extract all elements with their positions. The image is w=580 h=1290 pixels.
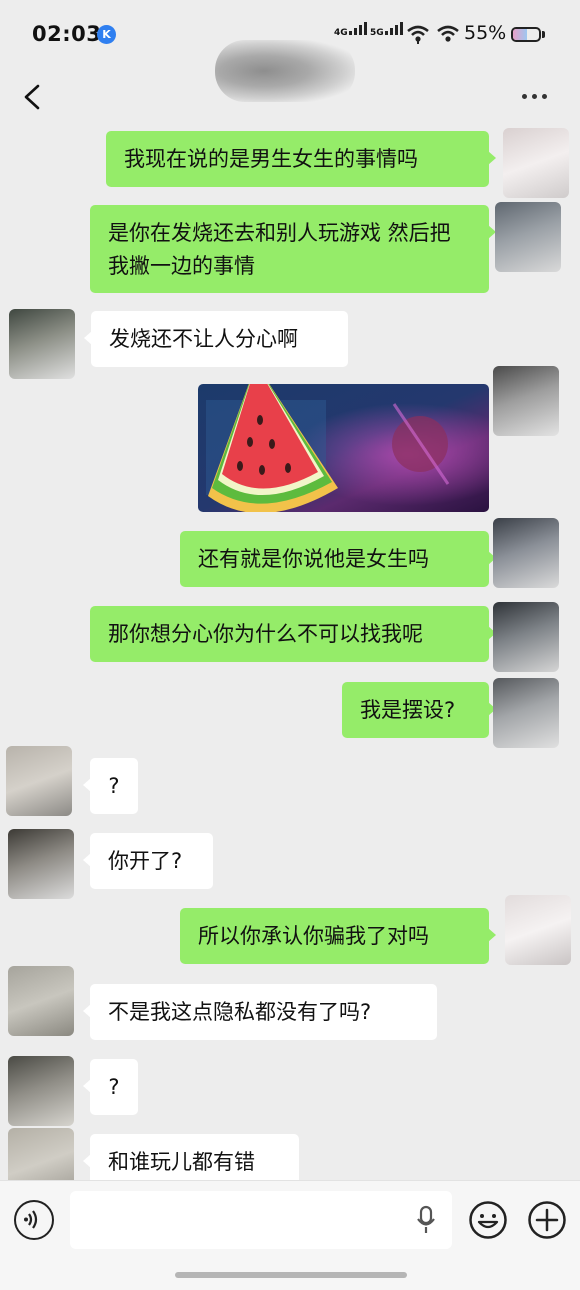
- contact-name-redacted: •••: [215, 40, 355, 102]
- message-bubble-incoming[interactable]: ?: [83, 1059, 138, 1115]
- message-bubble-incoming[interactable]: ?: [83, 758, 138, 814]
- chevron-left-icon[interactable]: [18, 80, 48, 114]
- status-time: 02:03: [32, 22, 102, 46]
- message-input-bar: [0, 1180, 580, 1290]
- avatar-self[interactable]: [493, 602, 559, 672]
- emoji-icon[interactable]: [468, 1200, 508, 1240]
- message-input[interactable]: [70, 1191, 452, 1249]
- avatar-self[interactable]: [493, 678, 559, 748]
- message-bubble-incoming[interactable]: 发烧还不让人分心啊: [84, 311, 348, 367]
- message-image-outgoing[interactable]: [198, 384, 489, 512]
- message-bubble-outgoing[interactable]: 我现在说的是男生女生的事情吗: [106, 131, 496, 187]
- message-bubble-incoming[interactable]: 和谁玩儿都有错: [83, 1134, 299, 1180]
- signal-4g-icon: 4G: [334, 22, 367, 38]
- chat-message-list[interactable]: 我现在说的是男生女生的事情吗 是你在发烧还去和别人玩游戏 然后把我撇一边的事情 …: [0, 120, 580, 1180]
- avatar-contact[interactable]: [8, 1056, 74, 1126]
- battery-nub: [542, 31, 545, 38]
- avatar-self[interactable]: [503, 128, 569, 198]
- network-label-5g: 5G: [370, 28, 384, 38]
- microphone-icon[interactable]: [415, 1205, 437, 1235]
- plus-icon[interactable]: [527, 1200, 567, 1240]
- avatar-contact[interactable]: [8, 1128, 74, 1180]
- signal-5g-icon: 5G: [370, 22, 403, 38]
- message-bubble-outgoing[interactable]: 那你想分心你为什么不可以找我呢: [90, 606, 496, 662]
- avatar-self[interactable]: [493, 518, 559, 588]
- avatar-contact[interactable]: [8, 829, 74, 899]
- game-screenshot-with-watermelon-sticker: [198, 384, 489, 512]
- voice-icon[interactable]: [14, 1200, 54, 1240]
- message-bubble-incoming[interactable]: 你开了?: [83, 833, 213, 889]
- avatar-self[interactable]: [495, 202, 561, 272]
- message-bubble-outgoing[interactable]: 还有就是你说他是女生吗: [180, 531, 496, 587]
- avatar-contact[interactable]: [8, 966, 74, 1036]
- avatar-self[interactable]: [505, 895, 571, 965]
- network-label-4g: 4G: [334, 28, 348, 38]
- avatar-self[interactable]: [493, 366, 559, 436]
- battery-percent: 55%: [464, 22, 507, 44]
- notification-app-icon: K: [97, 25, 116, 44]
- wifi-icon: [407, 25, 429, 44]
- wifi-icon-2: [437, 25, 459, 42]
- more-dots-icon[interactable]: [522, 88, 554, 104]
- avatar-contact[interactable]: [6, 746, 72, 816]
- avatar-contact[interactable]: [9, 309, 75, 379]
- message-bubble-outgoing[interactable]: 我是摆设?: [342, 682, 496, 738]
- home-indicator[interactable]: [175, 1272, 407, 1278]
- voice-waves-icon: [24, 1210, 38, 1229]
- message-bubble-incoming[interactable]: 不是我这点隐私都没有了吗?: [83, 984, 437, 1040]
- message-bubble-outgoing[interactable]: 是你在发烧还去和别人玩游戏 然后把我撇一边的事情: [90, 205, 496, 293]
- message-bubble-outgoing[interactable]: 所以你承认你骗我了对吗: [180, 908, 496, 964]
- battery-icon: [511, 27, 541, 42]
